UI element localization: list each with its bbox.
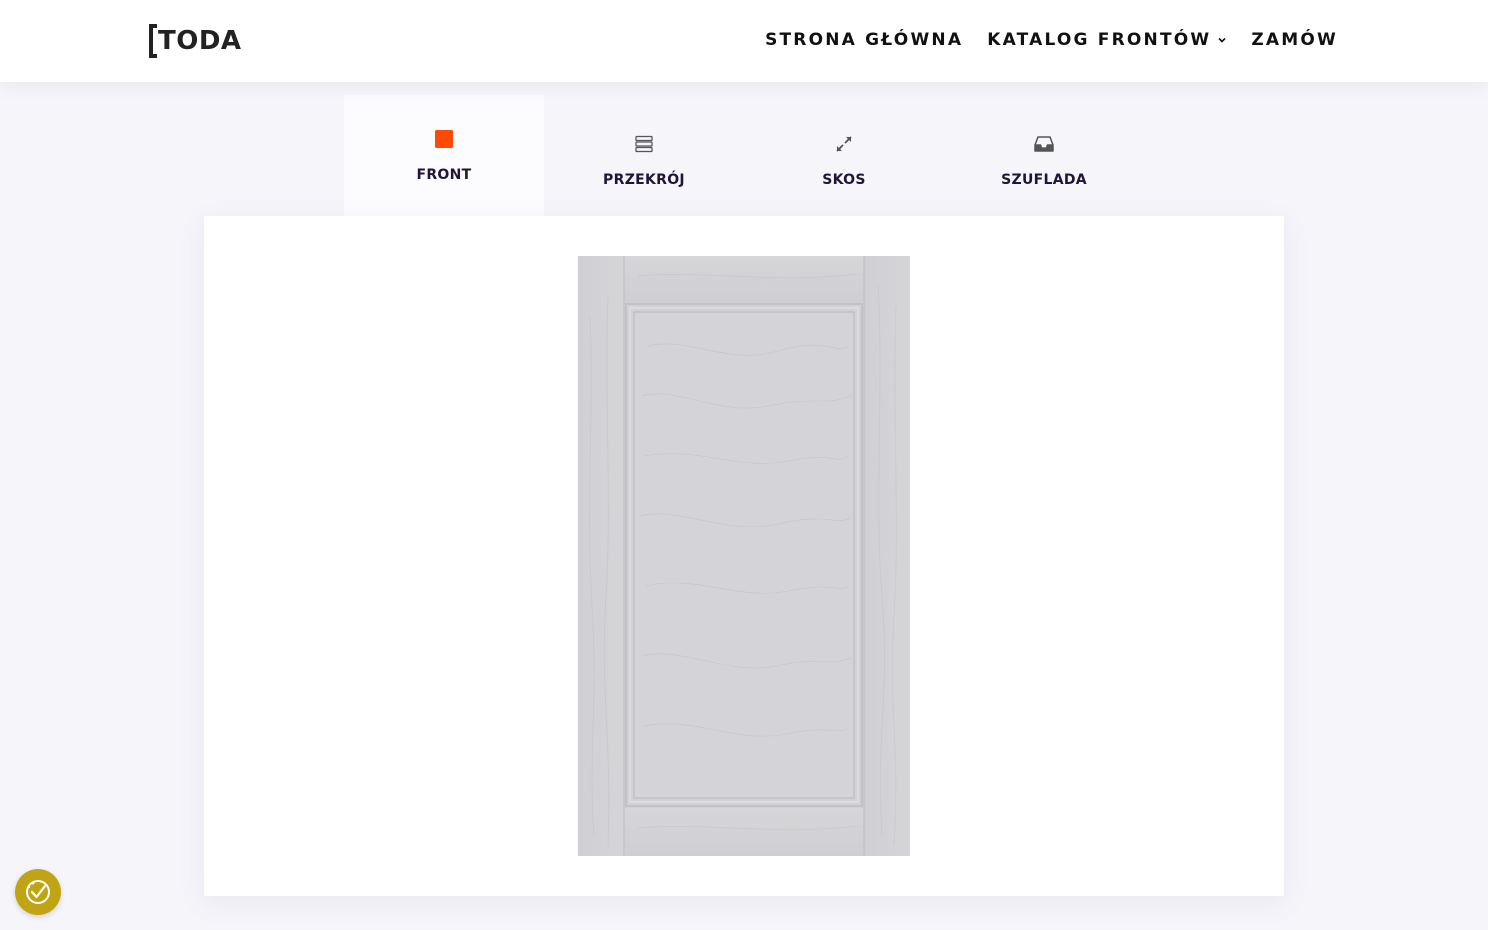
nav-order-label: ZAMÓW <box>1251 30 1338 50</box>
logo-text: TODA <box>158 26 242 56</box>
inbox-drawer-icon <box>1034 134 1054 154</box>
logo[interactable]: TODA <box>147 22 248 59</box>
expand-arrows-icon <box>834 134 854 154</box>
cabinet-front-image <box>578 256 910 856</box>
tab-przekroj-label: PRZEKRÓJ <box>603 172 685 188</box>
tab-szuflada-label: SZUFLADA <box>1001 172 1087 188</box>
tab-front[interactable]: FRONT <box>344 95 544 216</box>
square-icon <box>434 129 454 149</box>
preview-panel <box>204 216 1284 896</box>
cookie-consent-button[interactable] <box>15 869 61 915</box>
tab-skos-label: SKOS <box>822 172 866 188</box>
logo-bracket <box>149 24 157 58</box>
nav-order[interactable]: ZAMÓW <box>1251 30 1338 50</box>
layers-icon <box>634 134 654 154</box>
main-nav: STRONA GŁÓWNA KATALOG FRONTÓW ZAMÓW <box>765 28 1338 52</box>
tab-przekroj[interactable]: PRZEKRÓJ <box>544 95 744 216</box>
nav-catalog[interactable]: KATALOG FRONTÓW <box>987 30 1227 50</box>
site-header: TODA STRONA GŁÓWNA KATALOG FRONTÓW ZAMÓW <box>0 0 1488 82</box>
view-tabs: FRONT PRZEKRÓJ SKOS SZUFLADA <box>344 95 1144 216</box>
cookie-consent-icon <box>26 880 50 904</box>
nav-catalog-label: KATALOG FRONTÓW <box>987 30 1212 50</box>
tab-front-label: FRONT <box>416 167 472 183</box>
nav-home[interactable]: STRONA GŁÓWNA <box>765 30 963 50</box>
tab-szuflada[interactable]: SZUFLADA <box>944 95 1144 216</box>
nav-home-label: STRONA GŁÓWNA <box>765 30 964 50</box>
tab-skos[interactable]: SKOS <box>744 95 944 216</box>
chevron-down-icon <box>1218 37 1226 43</box>
